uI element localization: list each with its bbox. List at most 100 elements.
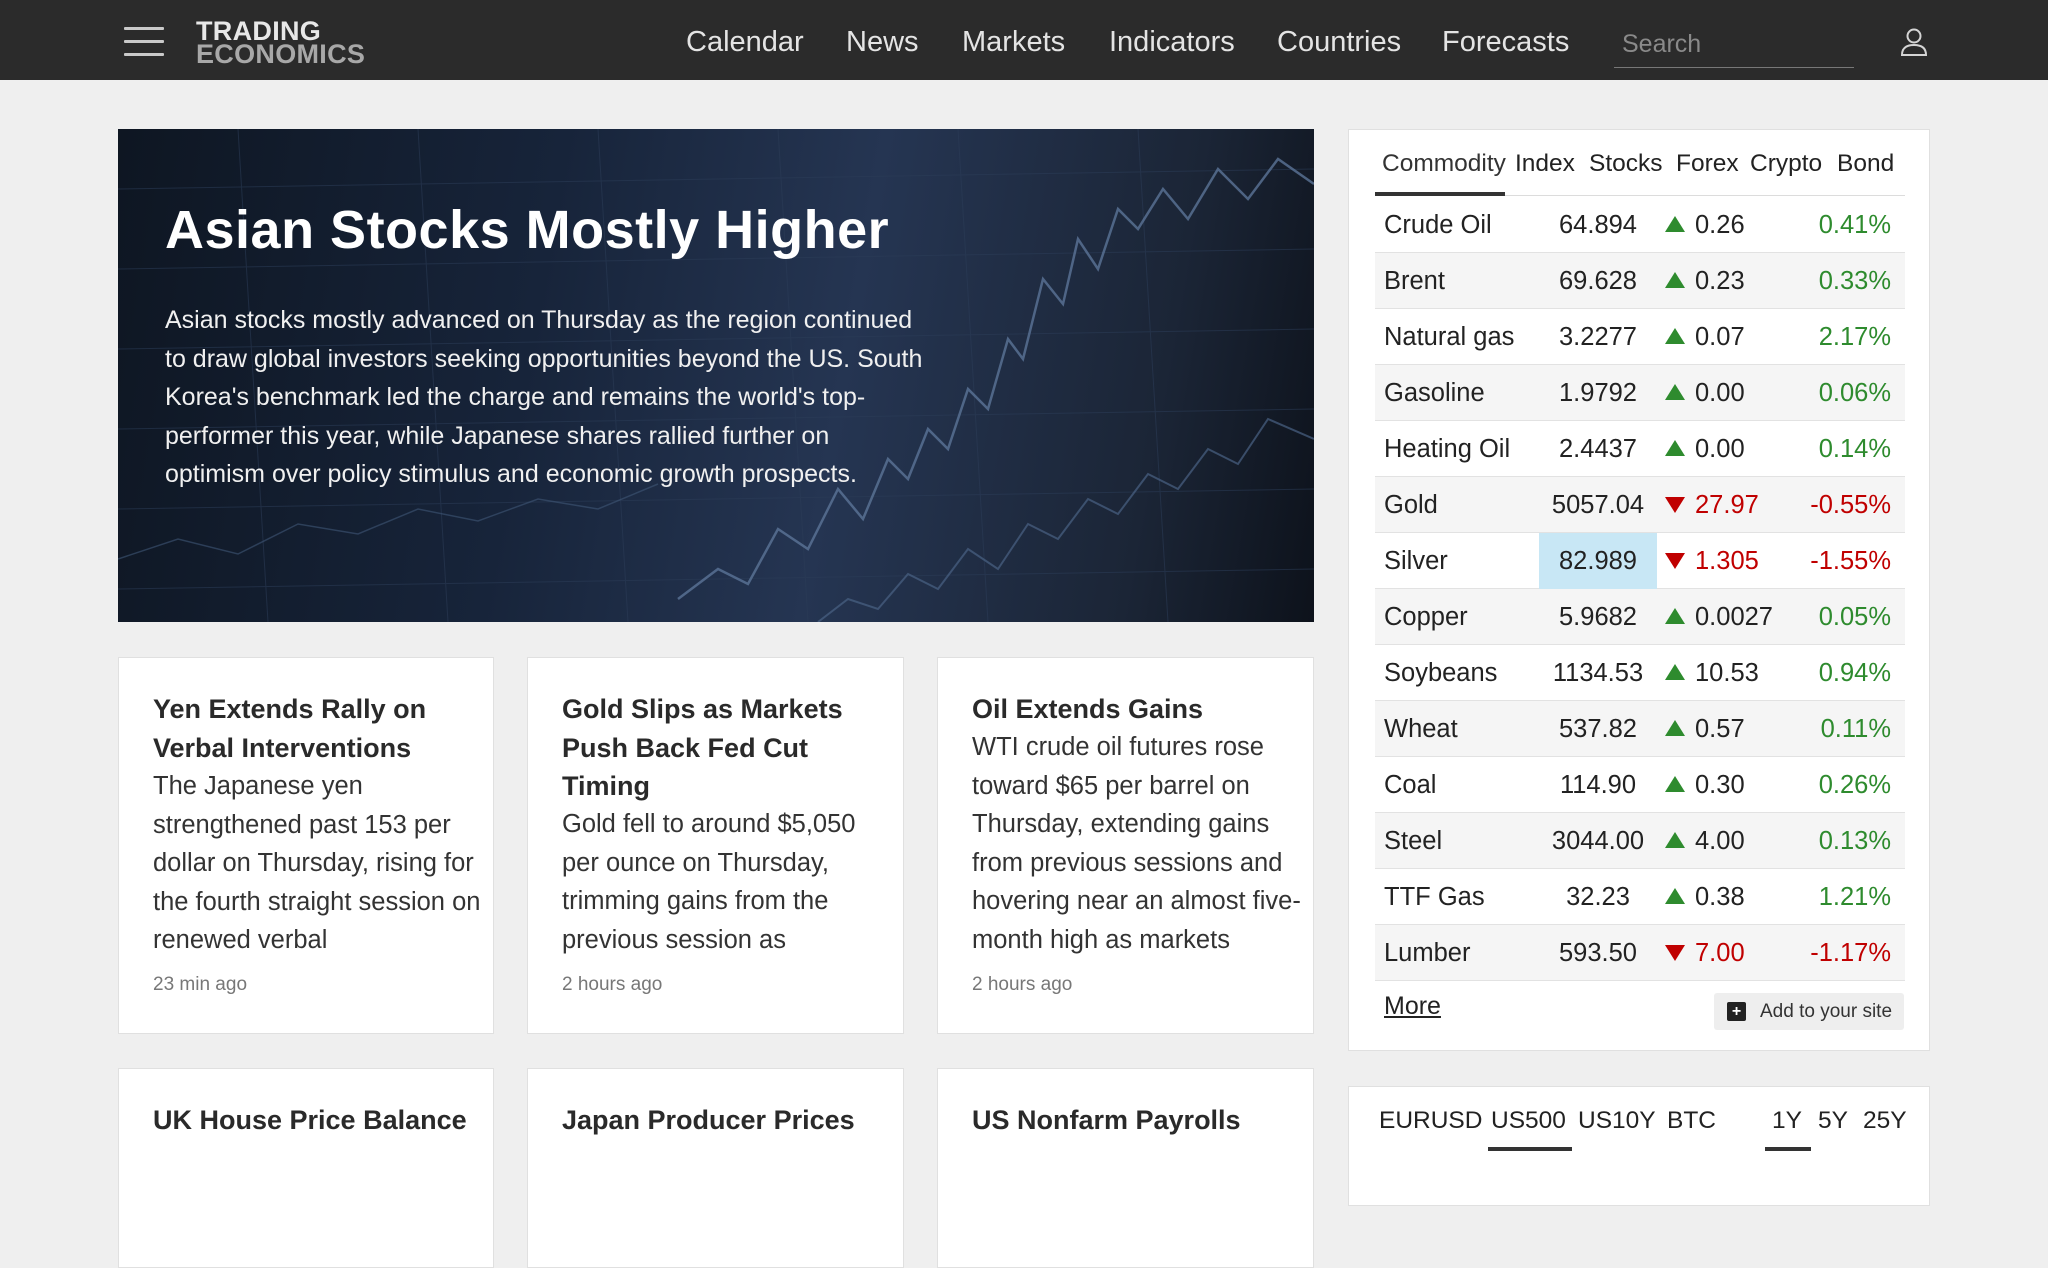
nav-countries[interactable]: Countries <box>1277 26 1401 59</box>
nav-markets[interactable]: Markets <box>962 26 1065 59</box>
nav-indicators[interactable]: Indicators <box>1109 26 1235 59</box>
more-link[interactable]: More <box>1384 992 1441 1021</box>
table-row[interactable]: Coal 114.90 0.30 0.26% <box>1375 757 1905 813</box>
arrow-down-icon <box>1664 477 1688 533</box>
commodity-name[interactable]: Coal <box>1384 757 1436 813</box>
commodity-price: 5.9682 <box>1559 603 1637 631</box>
active-range-indicator <box>1765 1147 1811 1151</box>
commodity-price: 2.4437 <box>1559 435 1637 463</box>
tab-forex[interactable]: Forex <box>1676 150 1739 196</box>
commodity-name[interactable]: Heating Oil <box>1384 421 1510 477</box>
hero-story[interactable]: Asian Stocks Mostly Higher Asian stocks … <box>118 129 1314 622</box>
chart-tab-eurusd[interactable]: EURUSD <box>1379 1107 1482 1135</box>
commodity-name[interactable]: Wheat <box>1384 701 1458 757</box>
commodity-percent-change: 0.13% <box>1818 827 1891 855</box>
commodity-percent-change: 1.21% <box>1818 883 1891 911</box>
tab-index[interactable]: Index <box>1515 150 1575 196</box>
table-row[interactable]: Crude Oil 64.894 0.26 0.41% <box>1375 197 1905 253</box>
commodity-price: 64.894 <box>1559 211 1637 239</box>
news-card-time: 2 hours ago <box>562 974 663 995</box>
chart-tab-us500[interactable]: US500 <box>1491 1107 1566 1135</box>
tab-stocks[interactable]: Stocks <box>1589 150 1663 196</box>
commodity-name[interactable]: Steel <box>1384 813 1442 869</box>
table-row[interactable]: Lumber 593.50 7.00 -1.17% <box>1375 925 1905 981</box>
news-card-title[interactable]: Yen Extends Rally on Verbal Intervention… <box>153 690 473 767</box>
news-card-time: 2 hours ago <box>972 974 1073 995</box>
table-row[interactable]: Steel 3044.00 4.00 0.13% <box>1375 813 1905 869</box>
commodity-name[interactable]: Soybeans <box>1384 645 1497 701</box>
commodity-name[interactable]: Crude Oil <box>1384 197 1492 253</box>
table-row[interactable]: Silver 82.989 1.305 -1.55% <box>1375 533 1905 589</box>
tab-commodity[interactable]: Commodity <box>1382 150 1506 196</box>
news-card-gold[interactable]: Gold Slips as Markets Push Back Fed Cut … <box>527 657 904 1034</box>
nav-calendar[interactable]: Calendar <box>686 26 804 59</box>
commodity-table: Crude Oil 64.894 0.26 0.41% Brent 69.628 0.23 0… <box>1375 197 1905 981</box>
tab-crypto[interactable]: Crypto <box>1750 150 1822 196</box>
arrow-up-icon <box>1664 253 1688 309</box>
range-25y[interactable]: 25Y <box>1863 1107 1907 1135</box>
news-card-title[interactable]: US Nonfarm Payrolls <box>972 1101 1302 1140</box>
commodity-name[interactable]: Copper <box>1384 589 1468 645</box>
commodity-change: 0.30 <box>1695 771 1745 799</box>
news-card-oil[interactable]: Oil Extends Gains WTI crude oil futures … <box>937 657 1314 1034</box>
commodity-name[interactable]: Natural gas <box>1384 309 1514 365</box>
commodity-percent-change: -0.55% <box>1810 491 1891 519</box>
site-logo[interactable]: TRADING ECONOMICS <box>196 18 365 68</box>
arrow-up-icon <box>1664 589 1688 645</box>
commodity-name[interactable]: TTF Gas <box>1384 869 1485 925</box>
commodity-price: 5057.04 <box>1551 491 1645 519</box>
commodity-percent-change: 2.17% <box>1818 323 1891 351</box>
news-card-us-payrolls[interactable]: US Nonfarm Payrolls <box>937 1068 1314 1268</box>
commodity-name[interactable]: Gasoline <box>1384 365 1485 421</box>
add-to-site-label: Add to your site <box>1760 1001 1893 1022</box>
commodity-change: 10.53 <box>1695 659 1759 687</box>
arrow-up-icon <box>1664 421 1688 477</box>
news-card-time: 23 min ago <box>153 974 248 995</box>
nav-forecasts[interactable]: Forecasts <box>1442 26 1569 59</box>
commodity-change: 27.97 <box>1695 491 1759 519</box>
table-row[interactable]: Gasoline 1.9792 0.00 0.06% <box>1375 365 1905 421</box>
table-row[interactable]: Brent 69.628 0.23 0.33% <box>1375 253 1905 309</box>
chart-tab-btc[interactable]: BTC <box>1667 1107 1716 1135</box>
news-card-title[interactable]: Japan Producer Prices <box>562 1101 892 1140</box>
table-row[interactable]: Wheat 537.82 0.57 0.11% <box>1375 701 1905 757</box>
arrow-up-icon <box>1664 197 1688 253</box>
arrow-up-icon <box>1664 645 1688 701</box>
chart-tab-us10y[interactable]: US10Y <box>1578 1107 1656 1135</box>
range-1y[interactable]: 1Y <box>1772 1107 1802 1135</box>
hero-title[interactable]: Asian Stocks Mostly Higher <box>165 199 889 261</box>
search-input[interactable] <box>1614 22 1854 68</box>
news-card-uk-house-price[interactable]: UK House Price Balance <box>118 1068 494 1268</box>
table-row[interactable]: Natural gas 3.2277 0.07 2.17% <box>1375 309 1905 365</box>
add-to-site-button[interactable]: + Add to your site <box>1714 993 1904 1030</box>
arrow-down-icon <box>1664 533 1688 589</box>
table-row[interactable]: Copper 5.9682 0.0027 0.05% <box>1375 589 1905 645</box>
news-card-yen[interactable]: Yen Extends Rally on Verbal Intervention… <box>118 657 494 1034</box>
news-card-title[interactable]: UK House Price Balance <box>153 1101 483 1140</box>
commodity-percent-change: 0.33% <box>1818 267 1891 295</box>
commodity-name[interactable]: Silver <box>1384 533 1448 589</box>
tab-bond[interactable]: Bond <box>1837 150 1894 196</box>
commodity-price: 1.9792 <box>1559 379 1637 407</box>
commodity-percent-change: 0.26% <box>1818 771 1891 799</box>
arrow-up-icon <box>1664 365 1688 421</box>
hero-summary: Asian stocks mostly advanced on Thursday… <box>165 306 923 488</box>
news-card-title[interactable]: Gold Slips as Markets Push Back Fed Cut … <box>562 690 882 806</box>
commodity-name[interactable]: Brent <box>1384 253 1445 309</box>
commodity-percent-change: 0.14% <box>1818 435 1891 463</box>
table-row[interactable]: Heating Oil 2.4437 0.00 0.14% <box>1375 421 1905 477</box>
user-icon[interactable] <box>1898 26 1930 58</box>
menu-icon[interactable] <box>124 27 164 57</box>
nav-news[interactable]: News <box>846 26 919 59</box>
commodity-percent-change: -1.55% <box>1810 547 1891 575</box>
table-row[interactable]: Gold 5057.04 27.97 -0.55% <box>1375 477 1905 533</box>
commodity-price: 1134.53 <box>1552 659 1644 687</box>
range-5y[interactable]: 5Y <box>1818 1107 1848 1135</box>
table-row[interactable]: TTF Gas 32.23 0.38 1.21% <box>1375 869 1905 925</box>
news-card-title[interactable]: Oil Extends Gains <box>972 690 1292 729</box>
commodity-name[interactable]: Lumber <box>1384 925 1470 981</box>
chart-widget: EURUSD US500 US10Y BTC 1Y 5Y 25Y <box>1348 1086 1930 1206</box>
table-row[interactable]: Soybeans 1134.53 10.53 0.94% <box>1375 645 1905 701</box>
commodity-name[interactable]: Gold <box>1384 477 1438 533</box>
news-card-japan-ppi[interactable]: Japan Producer Prices <box>527 1068 904 1268</box>
